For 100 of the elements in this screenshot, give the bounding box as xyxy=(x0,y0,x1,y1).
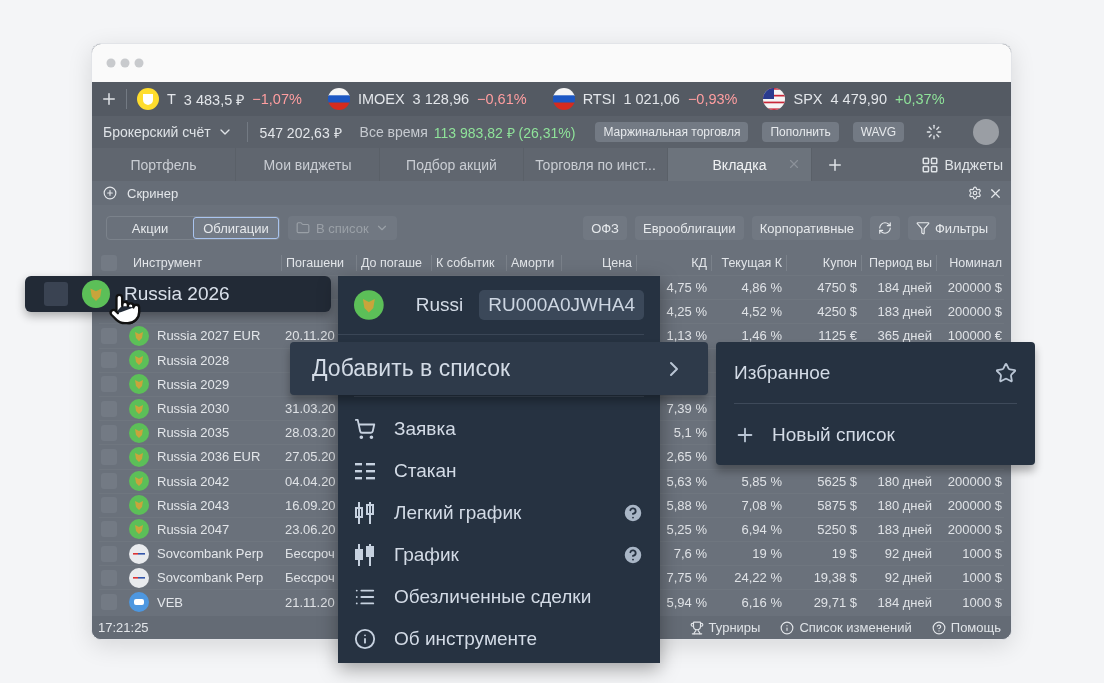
table-cell-text: 5,85 % xyxy=(740,473,783,489)
table-cell-text: 200000 $ xyxy=(946,280,1003,296)
ticker-price: 3 483,5 ₽ xyxy=(183,91,245,109)
grid-icon xyxy=(920,155,939,174)
account-dropdown[interactable]: Брокерский счёт xyxy=(92,124,241,140)
category-button[interactable]: Еврооблигации xyxy=(635,216,744,240)
loader-icon[interactable] xyxy=(926,124,943,140)
column-header[interactable]: Купон xyxy=(786,255,861,271)
ticker-change: −1,07% xyxy=(252,91,302,107)
instrument-name: Russia 2047 xyxy=(157,521,230,537)
table-cell-text: Бессроч xyxy=(284,570,336,586)
emblem-icon xyxy=(82,280,110,308)
footer-link[interactable]: Список изменений xyxy=(780,620,912,635)
table-cell-text: 92 дней xyxy=(883,546,933,562)
table-cell-text: 7,75 % xyxy=(665,570,708,586)
segment-tab[interactable]: Облигации xyxy=(193,217,279,239)
filter-icon xyxy=(916,221,930,235)
table-cell-text: 4250 $ xyxy=(816,304,858,320)
candlestick-icon xyxy=(354,543,376,567)
menu-item[interactable]: Добавить в список xyxy=(290,342,708,395)
table-cell-text: 28.03.20 xyxy=(284,425,337,441)
ticker-price: 4 479,90 xyxy=(830,91,887,107)
menu-item[interactable]: График xyxy=(338,534,660,576)
menu-item[interactable]: Стакан xyxy=(338,450,660,492)
column-header[interactable]: Аморти xyxy=(506,255,561,271)
instrument-name: Sovcombank Perp xyxy=(157,570,264,586)
menu-item[interactable]: Заявка xyxy=(338,408,660,450)
instrument-name: VEB xyxy=(157,594,183,610)
balance-value: 547 202,63 ₽ xyxy=(259,123,342,142)
table-cell-text: 5875 $ xyxy=(816,497,858,513)
filters-button[interactable]: Фильтры xyxy=(908,216,996,240)
table-cell-text: 19,38 $ xyxy=(812,570,858,586)
category-button[interactable]: Корпоративные xyxy=(751,216,862,240)
table-cell-text: 1000 $ xyxy=(961,570,1003,586)
emblem-icon xyxy=(129,350,149,371)
table-cell-text: 5,1 % xyxy=(672,425,708,441)
table-cell-text: 200000 $ xyxy=(946,304,1003,320)
menu-item[interactable]: Избранное xyxy=(734,342,1017,404)
table-cell-text: 4,52 % xyxy=(740,304,783,320)
menu-item[interactable]: Легкий график xyxy=(338,492,660,534)
footer-link[interactable]: Помощь xyxy=(931,620,1001,635)
column-header[interactable]: Цена xyxy=(561,255,636,271)
menu-item[interactable]: Обезличенные сделки xyxy=(338,576,660,618)
help-icon[interactable] xyxy=(622,502,644,524)
cart-icon xyxy=(354,418,376,440)
table-cell-text: 180 дней xyxy=(876,473,933,489)
table-cell-text: 19 $ xyxy=(830,546,858,562)
help-icon[interactable] xyxy=(622,544,644,566)
segment-tab[interactable]: Акции xyxy=(107,217,193,239)
emblem-icon xyxy=(129,519,149,540)
row-checkbox[interactable] xyxy=(44,282,68,306)
column-header[interactable]: Погашени xyxy=(281,255,356,271)
tab[interactable]: Вкладка xyxy=(668,148,812,181)
category-button[interactable]: ОФЗ xyxy=(583,216,627,240)
emblem-icon xyxy=(129,495,149,516)
account-action-button[interactable]: Пополнить xyxy=(762,122,839,142)
dragged-row[interactable]: Russia 2026 xyxy=(25,276,331,312)
table-cell-text: 92 дней xyxy=(883,570,933,586)
instrument-name: Russia 2042 xyxy=(157,473,230,489)
instrument-name: Russia 2029 xyxy=(157,376,230,392)
column-header[interactable]: Номинал xyxy=(936,255,1006,271)
emblem-icon xyxy=(129,398,149,419)
table-cell-text: 1,13 % xyxy=(665,328,708,344)
menu-item[interactable]: Новый список xyxy=(734,404,1017,465)
refresh-button[interactable] xyxy=(870,216,900,240)
column-header[interactable]: К событик xyxy=(431,255,506,271)
add-icon[interactable] xyxy=(103,186,117,200)
account-action-button[interactable]: Маржинальная торговля xyxy=(595,122,749,142)
flag-icon xyxy=(327,88,350,110)
folder-icon xyxy=(296,221,310,235)
table-cell-text: 180 дней xyxy=(876,497,933,513)
table-cell-text: 23.06.20 xyxy=(284,521,337,537)
ticker-symbol: Т xyxy=(167,91,176,107)
table-cell-text: 183 дней xyxy=(876,521,933,537)
ticker-symbol: RTSI xyxy=(582,91,616,107)
table-cell-text: 5,88 % xyxy=(665,497,708,513)
column-header[interactable]: Текущая К xyxy=(711,255,786,271)
table-cell-text: 7,39 % xyxy=(665,401,708,417)
column-header[interactable]: КД xyxy=(636,255,711,271)
table-cell-text: 5,25 % xyxy=(665,521,708,537)
table-cell-text: 100000 € xyxy=(946,328,1003,344)
emblem-icon xyxy=(129,446,149,467)
table-cell-text: 24,22 % xyxy=(733,570,783,586)
avatar[interactable] xyxy=(973,119,999,145)
column-header[interactable]: Период вы xyxy=(861,255,936,271)
table-cell-text: 4750 $ xyxy=(816,280,858,296)
table-cell-text: 27.05.20 xyxy=(284,449,337,465)
widgets-button[interactable]: Виджеты xyxy=(912,155,1011,174)
column-header[interactable]: До погаше xyxy=(356,255,431,271)
table-cell-text: 04.04.20 xyxy=(284,473,337,489)
account-action-button[interactable]: WAVG xyxy=(852,122,905,142)
settings-icon[interactable] xyxy=(968,186,982,200)
column-header[interactable]: Инструмент xyxy=(129,255,281,271)
footer-link[interactable]: Турниры xyxy=(689,620,761,635)
emblem-icon xyxy=(129,422,149,443)
clock-time: 17:21:25 xyxy=(98,620,149,635)
table-cell-text: 5,94 % xyxy=(665,594,708,610)
isin-code: RU000A0JWHA4 xyxy=(479,290,644,320)
trophy-icon xyxy=(689,620,704,635)
menu-item[interactable]: Об инструменте xyxy=(338,618,660,660)
